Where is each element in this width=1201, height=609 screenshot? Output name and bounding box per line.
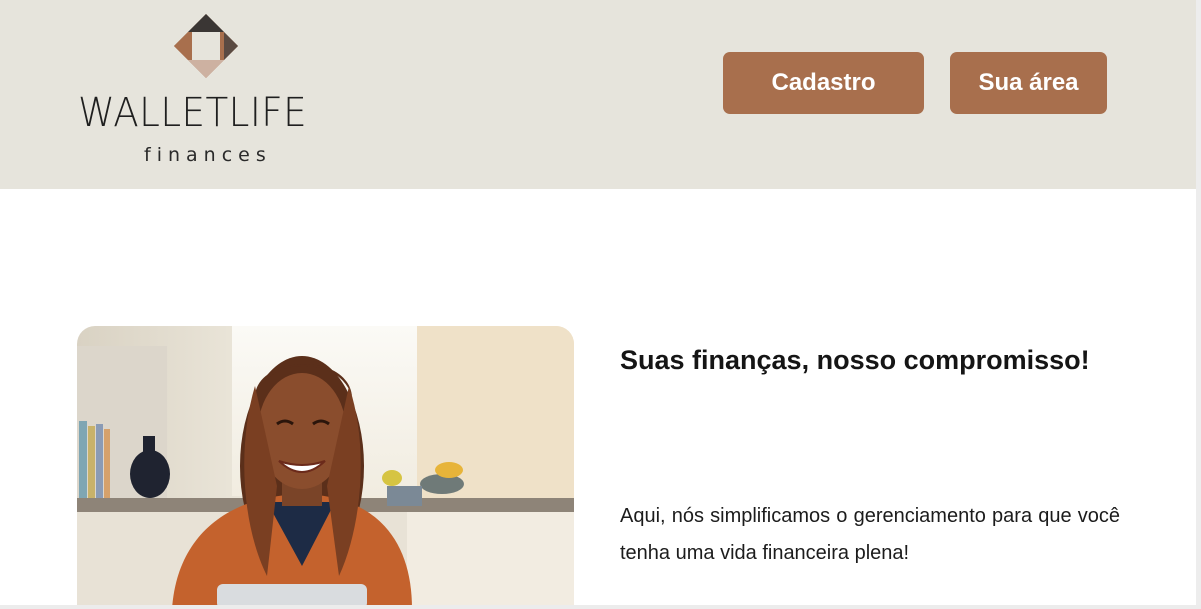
site-header: WALLETLIFE finances Cadastro Sua área xyxy=(0,0,1196,189)
hero-description: Aqui, nós simplificamos o gerenciamento … xyxy=(620,505,1120,564)
hero-headline: Suas finanças, nosso compromisso! xyxy=(620,345,1090,376)
page: WALLETLIFE finances Cadastro Sua área Su… xyxy=(0,0,1201,609)
brand-tagline: finances xyxy=(144,144,272,166)
walletlife-logo[interactable]: WALLETLIFE finances xyxy=(78,12,338,166)
hero-photo xyxy=(77,326,574,609)
diamond-logo-icon xyxy=(174,14,238,78)
smiling-woman-photo xyxy=(77,326,574,609)
sua-area-button[interactable]: Sua área xyxy=(950,52,1107,114)
cadastro-button[interactable]: Cadastro xyxy=(723,52,924,114)
bottom-scrollbar[interactable] xyxy=(0,605,1201,609)
brand-name: WALLETLIFE xyxy=(78,90,308,136)
scrollbar[interactable] xyxy=(1196,0,1201,609)
